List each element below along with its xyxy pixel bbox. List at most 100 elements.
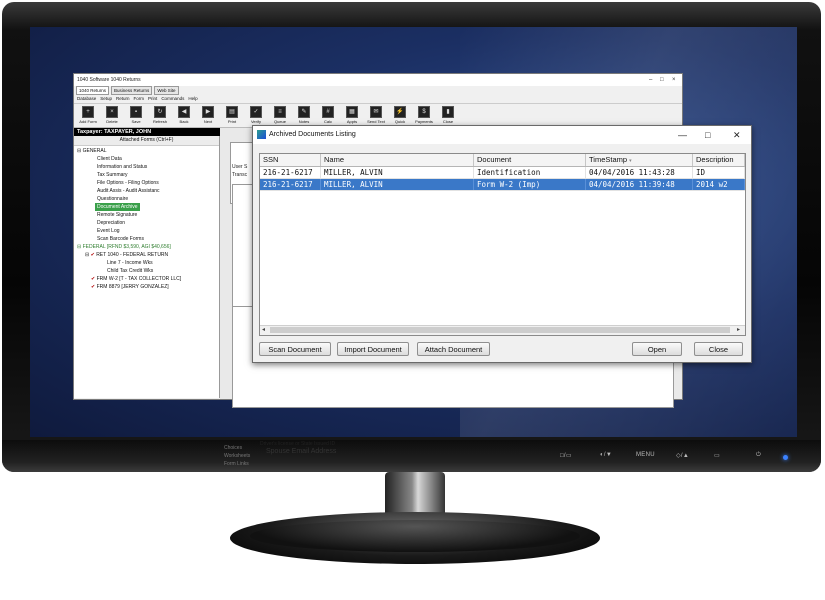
- app-titlebar: 1040 Software 1040 Returns – □ ×: [74, 74, 682, 86]
- import-document-button[interactable]: Import Document: [337, 342, 409, 356]
- adjust-icon[interactable]: ◇/▲: [676, 452, 689, 459]
- tree-item-document-archive[interactable]: Document Archive: [77, 203, 219, 211]
- monitor-bottom-strip: [2, 440, 821, 472]
- refresh-button[interactable]: ↻ Refresh: [148, 104, 172, 127]
- scan-document-button[interactable]: Scan Document: [259, 342, 331, 356]
- menu-setup[interactable]: Setup: [100, 95, 112, 103]
- save-button[interactable]: ▪ Save: [124, 104, 148, 127]
- menu-form[interactable]: Form: [134, 95, 145, 103]
- tree-item-questionnaire[interactable]: Questionnaire: [77, 195, 219, 203]
- tree-item-information-status[interactable]: Information and Status: [77, 163, 219, 171]
- delete-button[interactable]: × Delete: [100, 104, 124, 127]
- notes-button[interactable]: ✎ Notes: [292, 104, 316, 127]
- tab-web-site[interactable]: Web Site: [154, 86, 179, 95]
- power-icon[interactable]: ⏻: [756, 452, 761, 459]
- display-mode-icon[interactable]: ▭: [714, 452, 720, 459]
- tree-item-remote-signature[interactable]: Remote Signature: [77, 211, 219, 219]
- send-text-button[interactable]: ✉ Send Text: [364, 104, 388, 127]
- tab-1040-returns[interactable]: 1040 Returns: [76, 86, 110, 95]
- tree-federal[interactable]: ⊟ FEDERAL [RFND $3,590, AGI $40,656]: [77, 243, 219, 251]
- monitor-menu-button[interactable]: MENU: [636, 452, 655, 458]
- tree-ret-1040[interactable]: ⊟ ✔ RET 1040 - FEDERAL RETURN: [77, 251, 219, 259]
- power-led: [783, 455, 788, 460]
- notes-icon: ✎: [298, 106, 310, 118]
- table-row-selected[interactable]: 216-21-6217 MILLER, ALVIN Form W-2 (Imp)…: [260, 179, 745, 191]
- taxpayer-bar: Taxpayer: TAXPAYER, JOHN: [74, 128, 224, 136]
- next-button[interactable]: ▶ Next: [196, 104, 220, 127]
- col-ssn[interactable]: SSN: [260, 154, 321, 166]
- tree-item-scan-barcode[interactable]: Scan Barcode Forms: [77, 235, 219, 243]
- scroll-right-icon[interactable]: ▸: [737, 326, 740, 335]
- bottom-tabs: Choices Worksheets Form Links: [224, 444, 250, 468]
- quick-button[interactable]: ⚡ Quick: [388, 104, 412, 127]
- close-icon[interactable]: ✕: [733, 126, 741, 144]
- tree-frm-w2[interactable]: ✔ FRM W-2 [T - TAX COLLECTOR LLC]: [77, 275, 219, 283]
- queue-button[interactable]: ≡ Queue: [268, 104, 292, 127]
- verify-button[interactable]: ✓ Verify: [244, 104, 268, 127]
- close-dialog-button[interactable]: Close: [694, 342, 743, 356]
- menu-commands[interactable]: Commands: [161, 95, 184, 103]
- tree-item-depreciation[interactable]: Depreciation: [77, 219, 219, 227]
- brightness-icon[interactable]: ◐/▼: [600, 452, 612, 458]
- tree-item-client-data[interactable]: Client Data: [77, 155, 219, 163]
- cell-ssn: 216-21-6217: [260, 167, 321, 178]
- forms-tree: ⊟ GENERAL Client Data Information and St…: [74, 146, 219, 291]
- table-row[interactable]: 216-21-6217 MILLER, ALVIN Identification…: [260, 167, 745, 179]
- menu-print[interactable]: Print: [148, 95, 157, 103]
- tab-business-returns[interactable]: Business Returns: [111, 86, 153, 95]
- attach-document-button[interactable]: Attach Document: [417, 342, 490, 356]
- calc-button[interactable]: # Calc: [316, 104, 340, 127]
- check-icon: ✔: [90, 252, 95, 258]
- menu-help[interactable]: Help: [188, 95, 197, 103]
- dialog-titlebar: Archived Documents Listing — □ ✕: [253, 126, 751, 144]
- monitor-base-ring: [250, 520, 580, 552]
- appts-button[interactable]: ▦ Appts: [340, 104, 364, 127]
- quick-icon: ⚡: [394, 106, 406, 118]
- col-name[interactable]: Name: [321, 154, 474, 166]
- print-button[interactable]: ▤ Print: [220, 104, 244, 127]
- cell-description: 2014 w2: [693, 179, 745, 190]
- menu-bar: Database Setup Return Form Print Command…: [74, 95, 682, 104]
- back-icon: ◀: [178, 106, 190, 118]
- archived-documents-dialog: Archived Documents Listing — □ ✕ SSN Nam…: [252, 125, 752, 363]
- maximize-icon[interactable]: □: [705, 126, 710, 144]
- save-icon: ▪: [130, 106, 142, 118]
- tree-line7-wks[interactable]: Line 7 - Income Wks: [77, 259, 219, 267]
- add-form-button[interactable]: + Add Form: [76, 104, 100, 127]
- tab-choices[interactable]: Choices: [224, 444, 250, 452]
- tree-item-audit-assist[interactable]: Audit Assis - Audit Assistanc: [77, 187, 219, 195]
- col-description[interactable]: Description: [693, 154, 745, 166]
- tree-item-file-options[interactable]: File Options - Filing Options: [77, 179, 219, 187]
- maximize-icon[interactable]: □: [660, 74, 664, 86]
- tree-general[interactable]: ⊟ GENERAL: [77, 147, 219, 155]
- tree-frm-8879[interactable]: ✔ FRM 8879 [JERRY GONZALEZ]: [77, 283, 219, 291]
- input-source-icon[interactable]: □/▭: [560, 452, 572, 459]
- scrollbar-thumb[interactable]: [270, 327, 730, 333]
- close-icon[interactable]: ×: [672, 74, 676, 86]
- scroll-left-icon[interactable]: ◂: [262, 326, 265, 335]
- check-icon: ✔: [91, 276, 96, 282]
- col-document[interactable]: Document: [474, 154, 586, 166]
- tree-item-event-log[interactable]: Event Log: [77, 227, 219, 235]
- send-text-icon: ✉: [370, 106, 382, 118]
- tree-child-tax-credit[interactable]: Child Tax Credit Wks: [77, 267, 219, 275]
- minimize-icon[interactable]: –: [649, 74, 652, 86]
- minimize-icon[interactable]: —: [678, 126, 687, 144]
- horizontal-scrollbar[interactable]: ◂ ▸: [260, 325, 745, 335]
- verify-icon: ✓: [250, 106, 262, 118]
- tab-worksheets[interactable]: Worksheets: [224, 452, 250, 460]
- cell-name: MILLER, ALVIN: [321, 167, 474, 178]
- open-button[interactable]: Open: [632, 342, 682, 356]
- tab-form-links[interactable]: Form Links: [224, 460, 250, 468]
- payments-button[interactable]: $ Payments: [412, 104, 436, 127]
- cell-timestamp: 04/04/2016 11:39:48: [586, 179, 693, 190]
- back-button[interactable]: ◀ Back: [172, 104, 196, 127]
- spouse-email-label: Spouse Email Address: [266, 448, 337, 455]
- tree-item-tax-summary[interactable]: Tax Summary: [77, 171, 219, 179]
- menu-return[interactable]: Return: [116, 95, 130, 103]
- menu-database[interactable]: Database: [77, 95, 96, 103]
- col-timestamp[interactable]: TimeStamp ▾: [586, 154, 693, 166]
- attached-forms-header[interactable]: Attached Forms (Ctrl+F): [74, 136, 219, 146]
- cell-document: Identification: [474, 167, 586, 178]
- close-button[interactable]: ▮ Close: [436, 104, 460, 127]
